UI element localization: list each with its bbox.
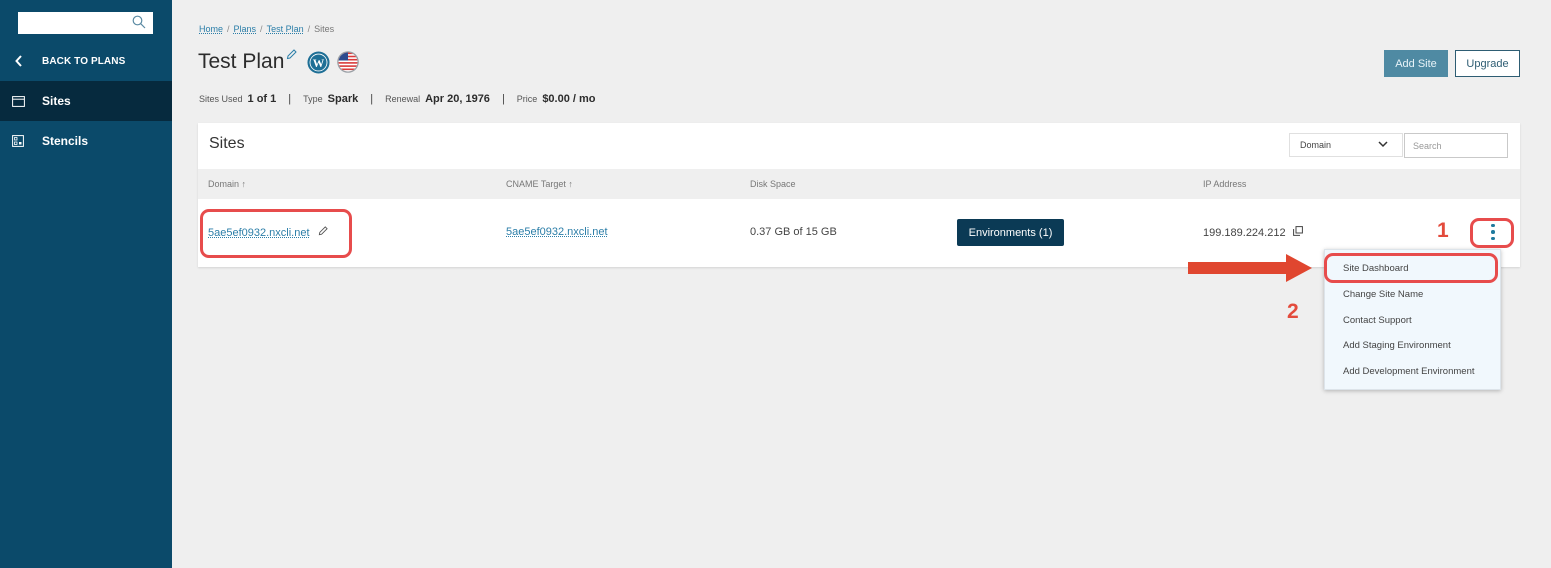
sites-search[interactable]: [1404, 133, 1508, 158]
edit-pencil-icon[interactable]: [286, 42, 298, 66]
upgrade-button[interactable]: Upgrade: [1455, 50, 1520, 77]
menu-item-contact-support[interactable]: Contact Support: [1343, 315, 1412, 326]
type-value: Spark: [327, 93, 359, 105]
page-title: Test Plan: [198, 50, 285, 73]
breadcrumb-separator: /: [227, 24, 230, 34]
page-title-row: Test Plan W: [198, 49, 360, 74]
breadcrumb-test-plan[interactable]: Test Plan: [267, 24, 304, 34]
ip-address-cell: 199.189.224.212: [1203, 226, 1303, 239]
domain-cell: 5ae5ef0932.nxcli.net: [208, 226, 328, 239]
add-site-button[interactable]: Add Site: [1384, 50, 1448, 77]
column-header-ip-address: IP Address: [1203, 179, 1247, 189]
price-value: $0.00 / mo: [542, 93, 596, 105]
breadcrumb-current: Sites: [314, 24, 335, 34]
wordpress-icon: W: [307, 50, 330, 74]
breadcrumb-plans[interactable]: Plans: [234, 24, 257, 34]
cname-link[interactable]: 5ae5ef0932.nxcli.net: [506, 226, 608, 238]
copy-icon[interactable]: [1292, 226, 1303, 236]
arrow-right-icon: [1188, 254, 1312, 282]
kebab-dot: [1491, 236, 1495, 241]
kebab-dot: [1491, 223, 1495, 228]
column-header-domain[interactable]: Domain ↑: [208, 179, 246, 189]
filter-selected-value: Domain: [1300, 140, 1332, 150]
cname-cell: 5ae5ef0932.nxcli.net: [506, 226, 608, 238]
browser-window-icon: [0, 95, 42, 107]
sidebar-search[interactable]: [18, 12, 153, 34]
menu-item-change-site-name[interactable]: Change Site Name: [1343, 289, 1423, 300]
card-title: Sites: [209, 135, 245, 152]
renewal-label: Renewal: [385, 94, 421, 104]
meta-separator: |: [288, 93, 292, 105]
annotation-step-1: 1: [1437, 219, 1449, 242]
chevron-down-icon: [1378, 141, 1388, 148]
us-flag-icon: [337, 51, 360, 73]
table-header: Domain ↑ CNAME Target ↑ Disk Space IP Ad…: [198, 169, 1520, 199]
sites-used-value: 1 of 1: [247, 93, 277, 105]
price-label: Price: [516, 94, 538, 104]
type-label: Type: [303, 94, 323, 104]
ip-address-value: 199.189.224.212: [1203, 227, 1286, 239]
annotation-step-2: 2: [1287, 300, 1299, 323]
svg-text:W: W: [313, 57, 325, 69]
meta-separator: |: [501, 93, 505, 105]
column-header-disk-space: Disk Space: [750, 179, 796, 189]
kebab-dot: [1491, 230, 1495, 234]
meta-separator: |: [370, 93, 374, 105]
sidebar: BACK TO PLANS Sites Stencils: [0, 0, 172, 568]
breadcrumb-separator: /: [260, 24, 263, 34]
edit-pencil-icon[interactable]: [318, 226, 328, 236]
back-to-plans-link[interactable]: BACK TO PLANS: [0, 46, 172, 76]
environments-button[interactable]: Environments (1): [957, 219, 1064, 246]
domain-link[interactable]: 5ae5ef0932.nxcli.net: [208, 227, 310, 239]
sites-used-label: Sites Used: [199, 94, 243, 104]
column-header-cname[interactable]: CNAME Target ↑: [506, 179, 573, 189]
filter-select[interactable]: Domain: [1289, 133, 1403, 157]
sites-search-input[interactable]: [1405, 134, 1507, 157]
row-actions-menu: Site Dashboard Change Site Name Contact …: [1324, 249, 1501, 390]
menu-item-add-development-environment[interactable]: Add Development Environment: [1343, 366, 1475, 377]
chevron-left-icon: [0, 55, 42, 67]
menu-item-site-dashboard[interactable]: Site Dashboard: [1343, 263, 1408, 274]
renewal-value: Apr 20, 1976: [425, 93, 490, 105]
breadcrumb: Home / Plans / Test Plan / Sites: [199, 24, 334, 34]
plan-meta: Sites Used 1 of 1 | Type Spark | Renewal…: [199, 93, 596, 105]
disk-space-cell: 0.37 GB of 15 GB: [750, 226, 837, 238]
sites-card: Sites Domain Domain ↑ CNAME Target ↑ Dis…: [198, 123, 1520, 267]
sidebar-item-sites[interactable]: Sites: [0, 81, 172, 121]
row-actions-kebab[interactable]: [1482, 219, 1504, 245]
sidebar-item-label: Stencils: [42, 134, 89, 148]
menu-item-add-staging-environment[interactable]: Add Staging Environment: [1343, 340, 1451, 351]
table-row: 5ae5ef0932.nxcli.net 5ae5ef0932.nxcli.ne…: [198, 199, 1520, 267]
sidebar-item-label: Sites: [42, 94, 71, 108]
breadcrumb-home[interactable]: Home: [199, 24, 223, 34]
breadcrumb-separator: /: [307, 24, 311, 34]
back-to-plans-label: BACK TO PLANS: [42, 55, 126, 67]
search-icon[interactable]: [132, 15, 146, 29]
stencil-icon: [0, 135, 42, 147]
sidebar-item-stencils[interactable]: Stencils: [0, 121, 172, 161]
